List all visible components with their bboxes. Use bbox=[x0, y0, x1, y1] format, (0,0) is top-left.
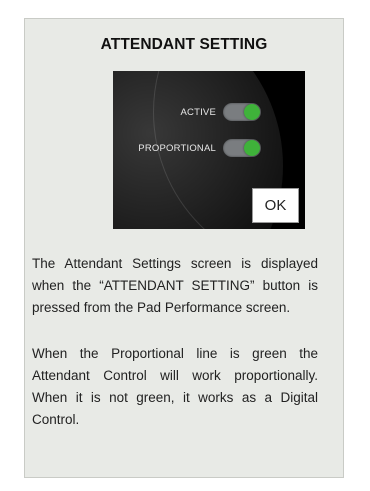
panel-title: ATTENDANT SETTING bbox=[100, 36, 268, 53]
description-paragraph-2: When the Proportional line is green the … bbox=[32, 346, 318, 427]
active-label: ACTIVE bbox=[180, 107, 216, 118]
ok-button[interactable]: OK bbox=[252, 188, 299, 223]
description-paragraph-1: The Attendant Settings screen is display… bbox=[32, 256, 318, 315]
active-toggle-knob bbox=[244, 104, 260, 120]
proportional-toggle[interactable] bbox=[223, 139, 261, 157]
proportional-toggle-knob bbox=[244, 140, 260, 156]
attendant-setting-screen: ACTIVE PROPORTIONAL OK bbox=[113, 71, 305, 229]
active-toggle[interactable] bbox=[223, 103, 261, 121]
proportional-label: PROPORTIONAL bbox=[138, 143, 216, 154]
